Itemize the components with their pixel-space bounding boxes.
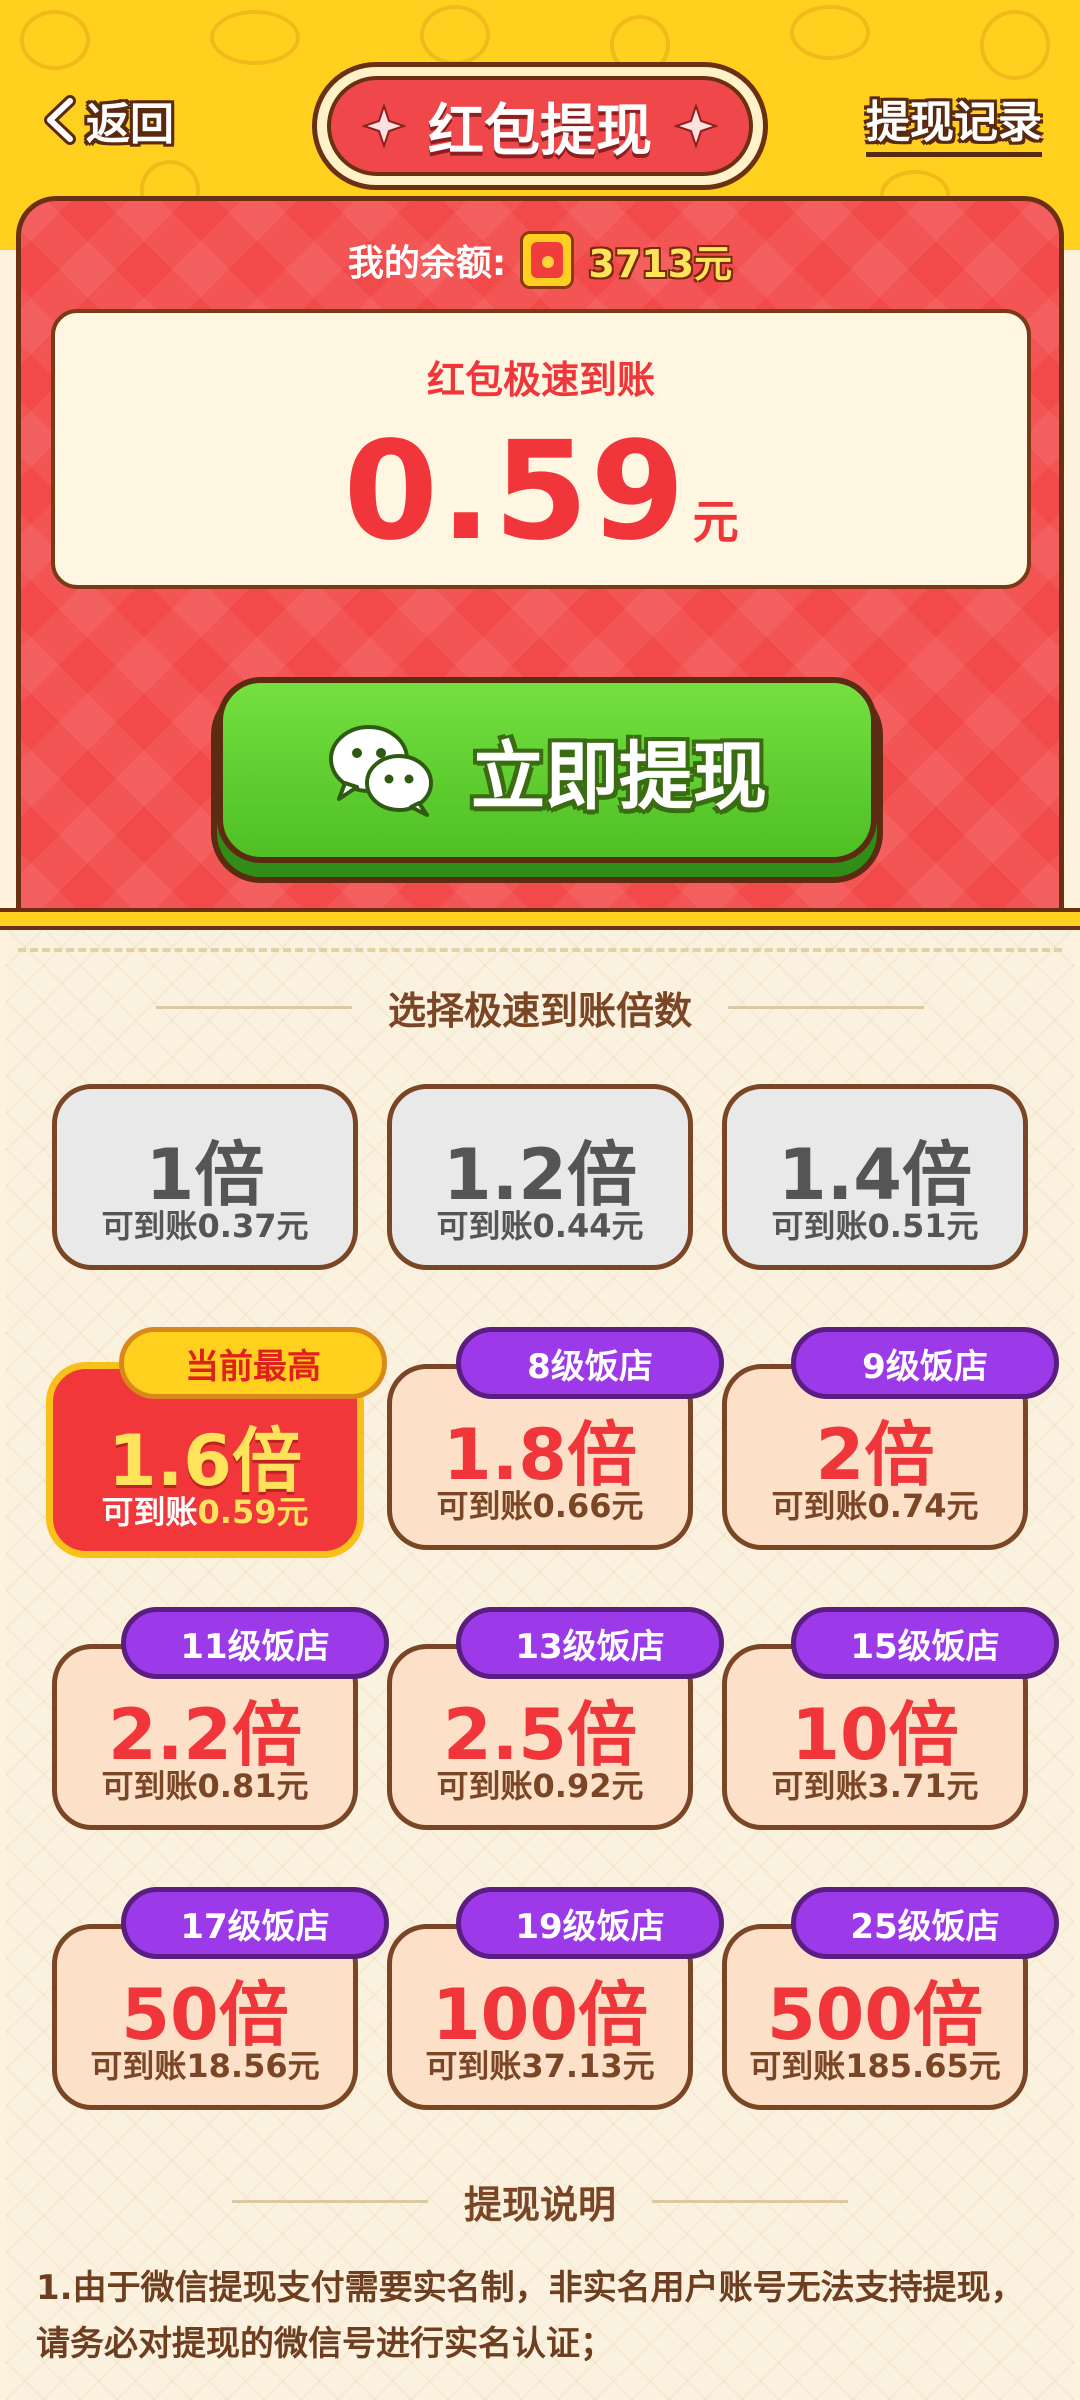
payout-note: 可到账18.56元 xyxy=(90,2047,320,2085)
level-requirement-badge: 17级饭店 xyxy=(121,1887,389,1959)
withdraw-now-button[interactable]: 立即提现 xyxy=(217,677,877,863)
payout-note: 可到账37.13元 xyxy=(425,2047,655,2085)
multiplier-section-title: 选择极速到账倍数 xyxy=(387,989,692,1033)
onion-doodle-icon xyxy=(980,10,1050,80)
multiplier-option-2.2x[interactable]: 11级饭店 2.2倍 可到账0.81元 xyxy=(52,1607,389,1830)
multiplier-option-100x[interactable]: 19级饭店 100倍 可到账37.13元 xyxy=(387,1887,724,2110)
multiplier-option-1x[interactable]: 1倍 可到账0.37元 xyxy=(52,1084,358,1270)
tomato-doodle-icon xyxy=(20,10,90,70)
balance-row: 我的余额: 3713元 xyxy=(21,231,1059,289)
payout-note: 可到账0.37元 xyxy=(101,1207,309,1245)
amount-display: 红包极速到账 0.59 元 xyxy=(51,309,1031,589)
level-requirement-badge: 9级饭店 xyxy=(791,1327,1059,1399)
level-requirement-badge: 8级饭店 xyxy=(456,1327,724,1399)
balance-label: 我的余额: xyxy=(347,243,507,284)
page-title: 红包提现 xyxy=(428,98,652,164)
payout-note: 可到账3.71元 xyxy=(771,1767,979,1805)
balance-value: 3713元 xyxy=(588,241,733,286)
sparkle-icon xyxy=(362,104,406,148)
withdraw-card: 我的余额: 3713元 红包极速到账 0.59 元 立即提现 xyxy=(16,196,1064,910)
lemon-doodle-icon xyxy=(790,5,870,60)
multiplier-option-2.5x[interactable]: 13级饭店 2.5倍 可到账0.92元 xyxy=(387,1607,724,1830)
multiplier-option-1.8x[interactable]: 8级饭店 1.8倍 可到账0.66元 xyxy=(387,1327,724,1550)
divider xyxy=(0,908,1080,930)
options-panel: 选择极速到账倍数 1倍 可到账0.37元 1.2倍 可到账0.44元 1.4倍 … xyxy=(6,930,1074,2400)
payout-note: 可到账0.66元 xyxy=(436,1487,644,1525)
potato-doodle-icon xyxy=(210,10,300,65)
multiplier-option-500x[interactable]: 25级饭店 500倍 可到账185.65元 xyxy=(722,1887,1059,2110)
multiplier-option-1.2x[interactable]: 1.2倍 可到账0.44元 xyxy=(387,1084,693,1270)
chevron-left-icon xyxy=(44,95,76,145)
multiplier-option-10x[interactable]: 15级饭店 10倍 可到账3.71元 xyxy=(722,1607,1059,1830)
amount-unit: 元 xyxy=(692,495,739,549)
level-requirement-badge: 19级饭店 xyxy=(456,1887,724,1959)
level-requirement-badge: 15级饭店 xyxy=(791,1607,1059,1679)
payout-note: 可到账0.44元 xyxy=(436,1207,644,1245)
amount-title: 红包极速到账 xyxy=(426,358,655,402)
back-label: 返回 xyxy=(86,99,174,150)
payout-note: 可到账0.81元 xyxy=(101,1767,309,1805)
level-requirement-badge: 11级饭店 xyxy=(121,1607,389,1679)
dashed-divider xyxy=(18,948,1062,952)
withdraw-now-label: 立即提现 xyxy=(471,733,767,820)
rules-text: 1.由于微信提现支付需要实名制，非实名用户账号无法支持提现，请务必对提现的微信号… xyxy=(36,2268,1025,2364)
multiplier-option-1.6x[interactable]: 当前最高 1.6倍 可到账0.59元 xyxy=(46,1327,387,1558)
mushroom-doodle-icon xyxy=(420,5,490,65)
multiplier-section-header: 选择极速到账倍数 xyxy=(6,980,1074,1035)
sparkle-icon xyxy=(674,104,718,148)
payout-note: 可到账0.92元 xyxy=(436,1767,644,1805)
rules-section-header: 提现说明 xyxy=(6,2174,1074,2229)
back-button[interactable]: 返回 xyxy=(40,88,174,152)
multiplier-option-2x[interactable]: 9级饭店 2倍 可到账0.74元 xyxy=(722,1327,1059,1550)
wechat-icon xyxy=(329,725,433,817)
rules-section-title: 提现说明 xyxy=(463,2183,616,2227)
page-title-badge: 红包提现 xyxy=(312,62,768,190)
payout-note: 可到账185.65元 xyxy=(749,2047,1001,2085)
level-requirement-badge: 13级饭店 xyxy=(456,1607,724,1679)
amount-value: 0.59 xyxy=(343,413,687,571)
withdraw-records-link[interactable]: 提现记录 xyxy=(866,86,1042,157)
payout-note: 可到账0.74元 xyxy=(771,1487,979,1525)
red-packet-icon xyxy=(520,231,575,289)
level-requirement-badge: 25级饭店 xyxy=(791,1887,1059,1959)
payout-note: 可到账0.59元 xyxy=(101,1493,309,1531)
multiplier-option-1.4x[interactable]: 1.4倍 可到账0.51元 xyxy=(722,1084,1028,1270)
multiplier-option-50x[interactable]: 17级饭店 50倍 可到账18.56元 xyxy=(52,1887,389,2110)
current-highest-badge: 当前最高 xyxy=(119,1327,387,1399)
payout-note: 可到账0.51元 xyxy=(771,1207,979,1245)
